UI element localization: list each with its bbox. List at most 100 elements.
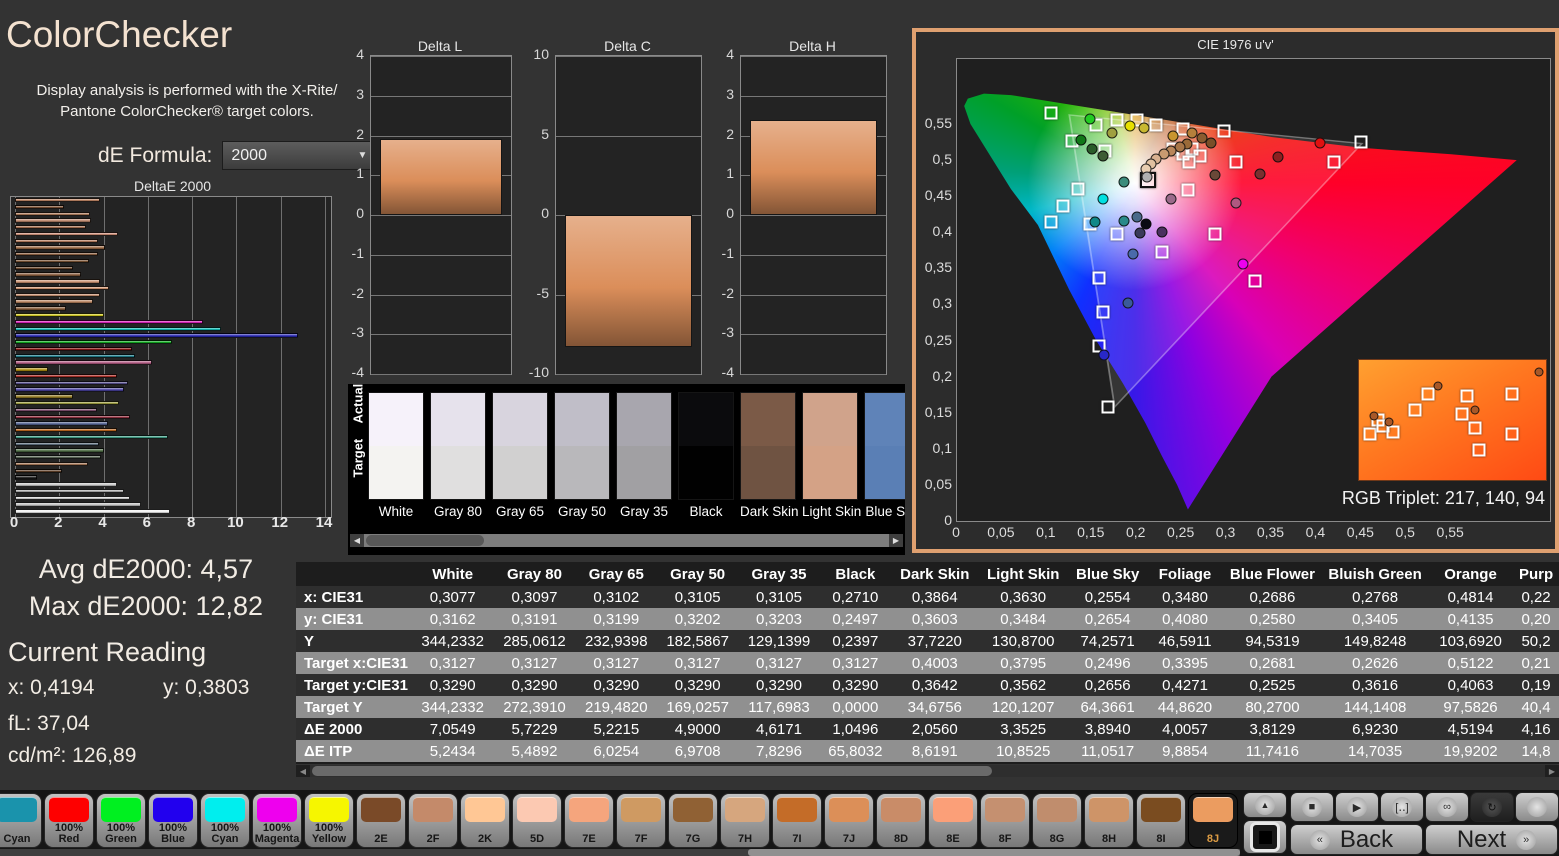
table-cell: 0,3395: [1147, 652, 1222, 674]
table-row-label: Target x:CIE31: [296, 652, 412, 674]
table-column-header: Gray 50: [657, 562, 738, 586]
patch-button-100-yellow[interactable]: 100% Yellow: [304, 793, 354, 848]
table-cell: 144,1408: [1322, 696, 1428, 718]
patch-swatch: [621, 797, 661, 822]
table-scroll-thumb[interactable]: [312, 766, 992, 776]
gridline: [371, 334, 511, 335]
patch-swatch: [829, 797, 869, 822]
target-row-label: Target: [351, 462, 366, 478]
scroll-right-icon[interactable]: ▶: [1545, 765, 1559, 777]
measurement-circle: [1097, 194, 1108, 205]
gridline: [741, 215, 886, 216]
reading-cdm2: cd/m²: 126,89: [8, 744, 136, 768]
patch-button-100-cyan[interactable]: 100% Cyan: [200, 793, 250, 848]
mini-chart-title: Delta L: [350, 38, 530, 54]
loop-bracket-button[interactable]: [‥]: [1380, 792, 1424, 822]
patch-button-7i[interactable]: 7I: [772, 793, 822, 848]
inset-target-square: [1364, 428, 1377, 441]
swatch-actual: [865, 393, 905, 446]
table-cell: 5,2215: [576, 718, 657, 740]
patch-button-2f[interactable]: 2F: [408, 793, 458, 848]
axis-tick-label: -2: [704, 285, 734, 301]
deltae-bar: [15, 415, 130, 419]
table-cell: 103,6920: [1428, 630, 1513, 652]
stop-button[interactable]: ■: [1290, 792, 1334, 822]
scroll-left-icon[interactable]: ◀: [296, 765, 310, 777]
refresh-button[interactable]: ↻: [1470, 792, 1514, 822]
table-cell: 0,4003: [891, 652, 978, 674]
toolbar-scrollbar[interactable]: [0, 849, 1240, 856]
patch-button-100-red[interactable]: 100% Red: [44, 793, 94, 848]
patch-button-8h[interactable]: 8H: [1084, 793, 1134, 848]
measurement-circle: [1138, 123, 1149, 134]
chevron-down-icon: ▼: [357, 150, 367, 161]
patch-button-7h[interactable]: 7H: [720, 793, 770, 848]
toolbar-scroll-thumb[interactable]: [748, 849, 1240, 856]
scroll-left-icon[interactable]: ◀: [350, 534, 364, 547]
patch-button-7f[interactable]: 7F: [616, 793, 666, 848]
table-cell: 8,6191: [891, 740, 978, 762]
swatch-scroll-thumb[interactable]: [366, 535, 484, 546]
axis-tick-label: 0,3: [1216, 524, 1235, 540]
patch-button-8d[interactable]: 8D: [876, 793, 926, 848]
patch-button-2k[interactable]: 2K: [460, 793, 510, 848]
patch-label: 8G: [1034, 834, 1080, 845]
table-column-header: Purp: [1513, 562, 1559, 586]
table-cell: 0,2768: [1322, 586, 1428, 608]
table-cell: 4,9000: [657, 718, 738, 740]
patch-button-100-blue[interactable]: 100% Blue: [148, 793, 198, 848]
patch-button-7e[interactable]: 7E: [564, 793, 614, 848]
table-cell: 0,4063: [1428, 674, 1513, 696]
table-scrollbar[interactable]: ◀ ▶: [296, 765, 1559, 777]
scroll-right-icon[interactable]: ▶: [889, 534, 903, 547]
patch-button-100-green[interactable]: 100% Green: [96, 793, 146, 848]
patch-button-8j[interactable]: 8J: [1188, 793, 1238, 848]
swatch-label: Gray 35: [616, 504, 672, 519]
patch-label: 7H: [722, 834, 768, 845]
patch-button-7g[interactable]: 7G: [668, 793, 718, 848]
patch-button-7j[interactable]: 7J: [824, 793, 874, 848]
table-cell: 0,3290: [493, 674, 575, 696]
measurement-circle: [1165, 194, 1176, 205]
de-formula-value: 2000: [231, 147, 267, 165]
back-button[interactable]: « Back: [1290, 824, 1423, 855]
axis-tick-label: 10: [519, 46, 549, 62]
swatch-actual: [555, 393, 609, 446]
patch-button-5d[interactable]: 5D: [512, 793, 562, 848]
patch-button-8f[interactable]: 8F: [980, 793, 1030, 848]
patch-button-cyan[interactable]: Cyan: [0, 793, 42, 848]
patch-swatch: [0, 797, 37, 822]
patch-button-2e[interactable]: 2E: [356, 793, 406, 848]
infinity-button[interactable]: ∞: [1425, 792, 1469, 822]
inset-target-square: [1506, 387, 1519, 400]
patch-button-8e[interactable]: 8E: [928, 793, 978, 848]
patch-button-8i[interactable]: 8I: [1136, 793, 1186, 848]
panel-up-button[interactable]: ▲: [1243, 792, 1287, 818]
table-column-header: Blue Flower: [1223, 562, 1323, 586]
target-square: [1249, 274, 1262, 287]
deltae-bar: [15, 475, 37, 479]
blank-button[interactable]: [1515, 792, 1559, 822]
colorchecker-screen: ColorChecker Display analysis is perform…: [0, 0, 1559, 856]
chevron-up-icon: ▲: [1255, 795, 1275, 815]
target-square: [1097, 306, 1110, 319]
patch-button-100-magenta[interactable]: 100% Magenta: [252, 793, 302, 848]
swatch-label: Dark Skin: [740, 504, 796, 519]
swatch-label: Gray 65: [492, 504, 548, 519]
next-button[interactable]: Next »: [1425, 824, 1558, 855]
max-de2000: Max dE2000: 12,82: [0, 591, 292, 622]
big-stop-button[interactable]: [1243, 820, 1287, 854]
patch-swatch: [725, 797, 765, 822]
page-title: ColorChecker: [6, 14, 232, 56]
play-button[interactable]: ▶: [1335, 792, 1379, 822]
target-square: [1101, 400, 1114, 413]
axis-tick-label: -4: [334, 364, 364, 380]
swatch-scrollbar[interactable]: ◀ ▶: [350, 534, 903, 547]
axis-tick-label: 0,35: [916, 259, 952, 275]
deltae-bar: [15, 327, 221, 331]
description-line1: Display analysis is performed with the X…: [26, 80, 348, 101]
table-cell: 80,2700: [1223, 696, 1323, 718]
patch-button-8g[interactable]: 8G: [1032, 793, 1082, 848]
infinity-icon: ∞: [1437, 797, 1457, 817]
axis-tick-label: 0,45: [1347, 524, 1374, 540]
